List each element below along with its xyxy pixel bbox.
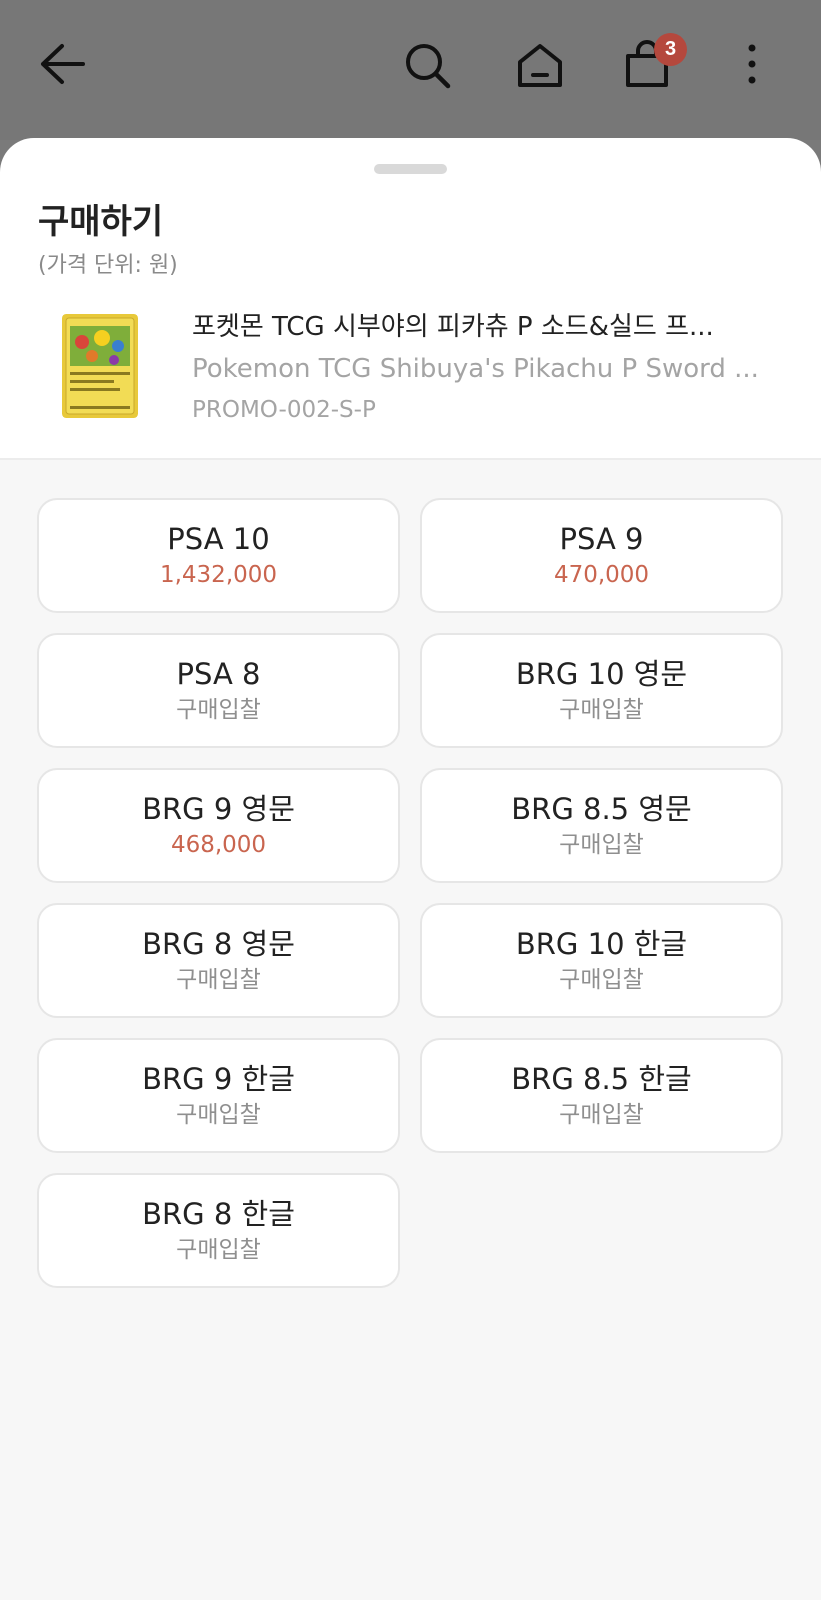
product-name: 포켓몬 TCG 시부야의 피카츄 P 소드&실드 프... xyxy=(192,312,714,342)
cart-count-badge: 3 xyxy=(654,33,687,66)
grade-option-button[interactable]: BRG 8.5 한글구매입찰 xyxy=(420,1038,783,1153)
more-vertical-icon[interactable] xyxy=(744,44,760,84)
grade-option-button[interactable]: BRG 8 영문구매입찰 xyxy=(37,903,400,1018)
grade-option-button[interactable]: PSA 8 구매입찰 xyxy=(37,633,400,748)
grade-option-label: BRG 10 한글 xyxy=(515,926,688,961)
grade-option-label: PSA 9 xyxy=(559,521,644,556)
grade-option-bid-text: 구매입찰 xyxy=(176,696,261,723)
grade-option-button[interactable]: BRG 9 영문 468,000 xyxy=(37,768,400,883)
grade-option-bid-text: 구매입찰 xyxy=(559,831,644,858)
product-code: PROMO-002-S-P xyxy=(192,397,376,423)
grade-option-label: PSA 8 xyxy=(176,656,261,691)
home-icon[interactable] xyxy=(516,42,564,88)
grade-option-label: BRG 8.5 한글 xyxy=(511,1061,692,1096)
grade-option-button[interactable]: BRG 10 한글구매입찰 xyxy=(420,903,783,1018)
grade-option-bid-text: 구매입찰 xyxy=(176,966,261,993)
grade-option-bid-text: 구매입찰 xyxy=(176,1236,261,1263)
grade-option-button[interactable]: BRG 10 영문구매입찰 xyxy=(420,633,783,748)
purchase-bottom-sheet: 구매하기 (가격 단위: 원) 포켓몬 TCG 시부야의 피카츄 P 소드&실드… xyxy=(0,138,821,1600)
grade-option-button[interactable]: BRG 9 한글구매입찰 xyxy=(37,1038,400,1153)
grade-option-label: BRG 9 한글 xyxy=(142,1061,295,1096)
grade-option-label: BRG 9 영문 xyxy=(142,791,295,826)
grade-option-bid-text: 구매입찰 xyxy=(176,1101,261,1128)
grade-option-label: BRG 8 한글 xyxy=(142,1196,295,1231)
search-icon[interactable] xyxy=(404,42,452,90)
grade-option-bid-text: 구매입찰 xyxy=(559,1101,644,1128)
grade-option-label: BRG 8.5 영문 xyxy=(511,791,692,826)
back-arrow-icon[interactable] xyxy=(38,42,86,86)
grade-option-price: 470,000 xyxy=(553,561,650,588)
grade-option-label: BRG 8 영문 xyxy=(142,926,295,961)
grade-option-label: BRG 10 영문 xyxy=(515,656,688,691)
drag-handle[interactable] xyxy=(374,164,447,174)
grade-option-button[interactable]: BRG 8 한글구매입찰 xyxy=(37,1173,400,1288)
grade-option-bid-text: 구매입찰 xyxy=(559,966,644,993)
options-area: PSA 10 1,432,000 PSA 9 470,000 PSA 8 구매입찰 BRG … xyxy=(0,458,821,1600)
grade-option-button[interactable]: PSA 9 470,000 xyxy=(420,498,783,613)
grade-option-price: 1,432,000 xyxy=(159,561,278,588)
product-thumbnail xyxy=(62,314,138,418)
product-name-english: Pokemon TCG Shibuya's Pikachu P Sword ..… xyxy=(192,354,759,384)
top-app-bar: 3 xyxy=(0,0,821,140)
price-unit-note: (가격 단위: 원) xyxy=(38,253,178,278)
grade-option-price: 468,000 xyxy=(170,831,267,858)
grade-option-label: PSA 10 xyxy=(167,521,270,556)
grade-options-grid: PSA 10 1,432,000 PSA 9 470,000 PSA 8 구매입찰 BRG … xyxy=(37,498,783,1288)
grade-option-button[interactable]: BRG 8.5 영문구매입찰 xyxy=(420,768,783,883)
grade-option-button[interactable]: PSA 10 1,432,000 xyxy=(37,498,400,613)
sheet-title: 구매하기 xyxy=(38,202,164,242)
grade-option-bid-text: 구매입찰 xyxy=(559,696,644,723)
